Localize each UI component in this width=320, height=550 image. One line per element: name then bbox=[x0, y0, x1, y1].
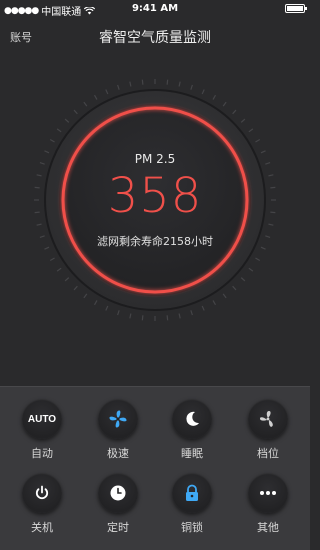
speed-control[interactable]: 档位 bbox=[238, 399, 298, 461]
gauge-tick bbox=[83, 101, 88, 107]
filter-life-text: 滤网剩余寿命2158小时 bbox=[97, 235, 213, 248]
auto-icon: AUTO bbox=[27, 413, 57, 425]
gauge-tick bbox=[240, 118, 246, 123]
more-icon bbox=[260, 491, 276, 495]
gauge-tick bbox=[117, 310, 120, 316]
gauge-tick bbox=[240, 277, 246, 282]
turbo-control[interactable]: 极速 bbox=[88, 399, 148, 461]
gauge-tick bbox=[49, 257, 55, 262]
auto-control[interactable]: AUTO 自动 bbox=[12, 399, 72, 461]
gauge-tick bbox=[83, 293, 88, 299]
speed-label: 档位 bbox=[257, 447, 279, 460]
gauge-tick bbox=[248, 267, 254, 272]
nav-bar: 账号 睿智空气质量监测 bbox=[0, 22, 310, 52]
status-bar: ●●●●● 中国联通 9:41 AM bbox=[0, 0, 310, 18]
gauge-tick bbox=[212, 94, 217, 100]
gauge-tick bbox=[73, 109, 78, 115]
page-title: 睿智空气质量监测 bbox=[99, 30, 211, 46]
pm25-gauge: PM 2.5 358 滤网剩余寿命2158小时 bbox=[0, 60, 310, 380]
power-icon bbox=[35, 485, 49, 500]
auto-button[interactable]: AUTO bbox=[22, 399, 62, 439]
gauge-tick bbox=[129, 313, 132, 319]
gauge-tick bbox=[222, 101, 227, 107]
control-panel: AUTO 自动 极速 睡眠 档位 关机 定时 铜锁 其他 bbox=[0, 386, 310, 550]
gauge-tick bbox=[49, 138, 55, 143]
pm25-value: 358 bbox=[107, 168, 203, 224]
moon-icon bbox=[186, 411, 199, 426]
turbo-label: 极速 bbox=[107, 447, 129, 460]
gauge-tick bbox=[166, 315, 169, 321]
turbo-button[interactable] bbox=[98, 399, 138, 439]
battery-icon bbox=[285, 4, 307, 13]
sleep-label: 睡眠 bbox=[181, 447, 203, 460]
gauge-tick bbox=[232, 109, 237, 115]
gauge-tick bbox=[166, 79, 169, 85]
gauge-tick bbox=[212, 300, 217, 306]
gauge-tick bbox=[129, 81, 132, 87]
gauge-tick bbox=[56, 267, 62, 272]
timer-label: 定时 bbox=[107, 521, 129, 534]
gauge-tick bbox=[248, 128, 254, 133]
metric-label: PM 2.5 bbox=[134, 152, 176, 166]
status-time: 9:41 AM bbox=[131, 3, 179, 14]
clock-icon bbox=[110, 485, 126, 501]
gauge-tick bbox=[36, 223, 42, 226]
gauge-tick bbox=[117, 84, 120, 90]
timer-control[interactable]: 定时 bbox=[88, 473, 148, 535]
fan-icon bbox=[260, 411, 273, 427]
power-label: 关机 bbox=[31, 521, 53, 534]
gauge-tick bbox=[201, 89, 205, 95]
sleep-control[interactable]: 睡眠 bbox=[162, 399, 222, 461]
gauge-tick bbox=[255, 138, 261, 143]
gauge-tick bbox=[190, 310, 193, 316]
fan-icon bbox=[109, 410, 127, 428]
gauge-tick bbox=[105, 305, 109, 311]
gauge-tick bbox=[56, 128, 62, 133]
gauge-tick bbox=[178, 81, 181, 87]
auto-label: 自动 bbox=[31, 447, 53, 460]
speed-button[interactable] bbox=[248, 399, 288, 439]
gauge-tick bbox=[93, 94, 98, 100]
lock-button[interactable] bbox=[172, 473, 212, 513]
gauge-tick bbox=[73, 285, 78, 291]
more-button[interactable] bbox=[248, 473, 288, 513]
gauge-tick bbox=[222, 293, 227, 299]
gauge-tick bbox=[105, 89, 109, 95]
gauge-tick bbox=[268, 223, 274, 226]
gauge-tick bbox=[178, 313, 181, 319]
sleep-button[interactable] bbox=[172, 399, 212, 439]
gauge-tick bbox=[201, 305, 205, 311]
gauge-tick bbox=[64, 118, 70, 123]
gauge-tick bbox=[141, 315, 144, 321]
gauge-tick bbox=[190, 84, 193, 90]
lock-icon bbox=[186, 484, 198, 501]
gauge-tick bbox=[255, 257, 261, 262]
gauge-tick bbox=[64, 277, 70, 282]
gauge-tick bbox=[232, 285, 237, 291]
more-label: 其他 bbox=[257, 521, 279, 534]
timer-button[interactable] bbox=[98, 473, 138, 513]
power-control[interactable]: 关机 bbox=[12, 473, 72, 535]
power-button[interactable] bbox=[22, 473, 62, 513]
lock-label: 铜锁 bbox=[181, 521, 203, 534]
lock-control[interactable]: 铜锁 bbox=[162, 473, 222, 535]
gauge-tick bbox=[93, 300, 98, 306]
more-control[interactable]: 其他 bbox=[238, 473, 298, 535]
gauge-tick bbox=[141, 79, 144, 85]
